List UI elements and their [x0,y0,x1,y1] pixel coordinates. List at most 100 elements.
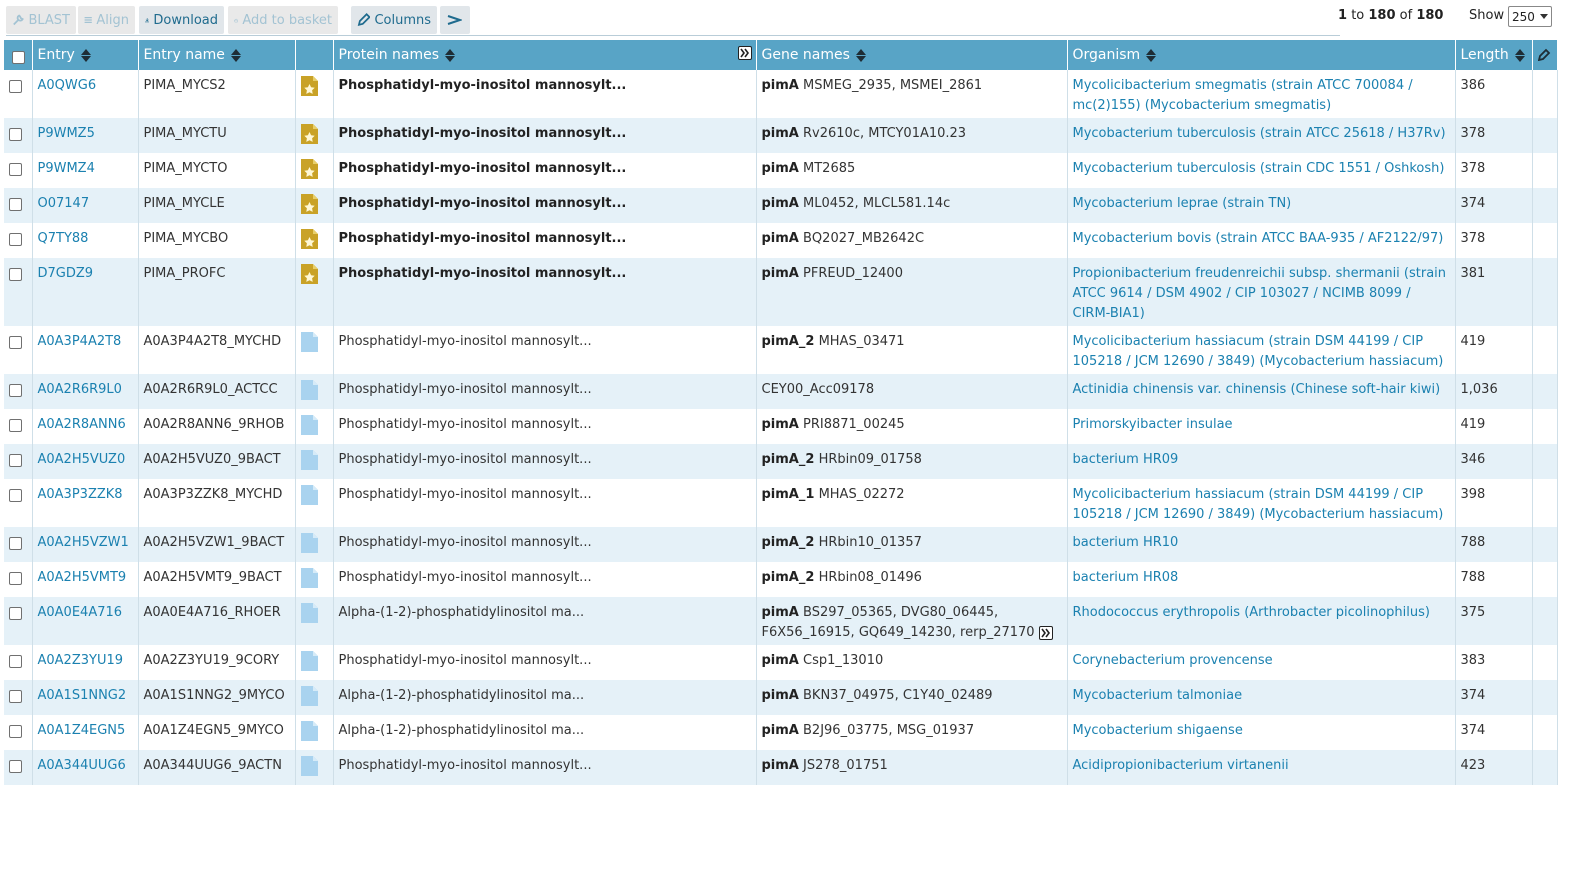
row-checkbox[interactable] [9,655,22,668]
row-checkbox[interactable] [9,128,22,141]
entry-link[interactable]: D7GDZ9 [38,266,94,281]
organism-link[interactable]: bacterium HR10 [1073,535,1179,550]
entry-link[interactable]: A0A2R8ANN6 [38,417,126,432]
blast-button[interactable]: BLAST [6,6,76,34]
gene-primary: pimA [761,126,799,141]
row-checkbox[interactable] [9,607,22,620]
organism-link[interactable]: Mycolicibacterium hassiacum (strain DSM … [1073,334,1444,369]
row-checkbox[interactable] [9,419,22,432]
entry-link[interactable]: A0QWG6 [38,78,97,93]
entry-cell: A0A2R6R9L0 [32,374,139,409]
protein-names-cell: Phosphatidyl-myo-inositol mannosylt... [333,258,757,326]
header-gene-names[interactable]: Gene names [756,40,1068,70]
organism-link[interactable]: Actinidia chinensis var. chinensis (Chin… [1073,382,1441,397]
blast-label: BLAST [28,12,70,28]
align-button[interactable]: Align [78,6,135,34]
row-checkbox[interactable] [9,690,22,703]
organism-link[interactable]: Mycolicibacterium smegmatis (strain ATCC… [1073,78,1413,113]
row-checkbox[interactable] [9,454,22,467]
expand-genes-icon[interactable] [1038,625,1053,640]
organism-link[interactable]: bacterium HR08 [1073,570,1179,585]
organism-link[interactable]: Mycobacterium leprae (strain TN) [1073,196,1292,211]
header-entry[interactable]: Entry [32,40,139,70]
entry-link[interactable]: A0A2Z3YU19 [38,653,124,668]
header-protein-names[interactable]: Protein names [333,40,757,70]
entry-cell: A0A3P4A2T8 [32,326,139,374]
unreviewed-icon [300,651,318,675]
entry-link[interactable]: A0A2H5VZW1 [38,535,129,550]
organism-link[interactable]: Mycobacterium tuberculosis (strain ATCC … [1073,126,1446,141]
row-checkbox[interactable] [9,725,22,738]
status-cell [295,715,334,750]
organism-link[interactable]: Mycobacterium bovis (strain ATCC BAA-935… [1073,231,1444,246]
row-checkbox[interactable] [9,537,22,550]
entry-link[interactable]: A0A2H5VUZ0 [38,452,126,467]
show-count-select[interactable]: 250 [1508,6,1552,27]
gene-primary: pimA_2 [761,570,815,585]
length-cell: 1,036 [1455,374,1533,409]
header-length[interactable]: Length [1455,40,1533,70]
header-organism[interactable]: Organism [1067,40,1456,70]
table-row: A0A2R6R9L0 A0A2R6R9L0_ACTCC Phosphatidyl-m… [4,374,1558,409]
organism-link[interactable]: Mycolicibacterium hassiacum (strain DSM … [1073,487,1444,522]
protein-name: Phosphatidyl-myo-inositol mannosylt... [338,653,592,668]
header-edit-columns[interactable] [1532,40,1558,70]
entry-link[interactable]: A0A2R6R9L0 [38,382,122,397]
organism-link[interactable]: Primorskyibacter insulae [1073,417,1233,432]
organism-link[interactable]: Rhodococcus erythropolis (Arthrobacter p… [1073,605,1430,620]
select-all-checkbox[interactable] [12,50,25,64]
protein-names-cell: Phosphatidyl-myo-inositol mannosylt... [333,444,757,479]
row-checkbox[interactable] [9,268,22,281]
row-checkbox[interactable] [9,489,22,502]
protein-names-cell: Phosphatidyl-myo-inositol mannosylt... [333,153,757,188]
entry-link[interactable]: A0A3P4A2T8 [38,334,122,349]
organism-link[interactable]: Mycobacterium talmoniae [1073,688,1243,703]
entry-link[interactable]: A0A1Z4EGN5 [38,723,126,738]
header-entry-name[interactable]: Entry name [138,40,296,70]
unreviewed-icon [300,603,318,627]
organism-link[interactable]: Mycobacterium shigaense [1073,723,1243,738]
entry-link[interactable]: A0A1S1NNG2 [38,688,127,703]
download-icon [145,18,150,23]
entry-link[interactable]: A0A3P3ZZK8 [38,487,123,502]
entry-link[interactable]: A0A2H5VMT9 [38,570,127,585]
organism-link[interactable]: Propionibacterium freudenreichii subsp. … [1073,266,1447,321]
protein-names-cell: Phosphatidyl-myo-inositol mannosylt... [333,645,757,680]
gene-names-cell: pimA PFREUD_12400 [756,258,1068,326]
protein-name: Phosphatidyl-myo-inositol mannosylt... [338,231,627,246]
entry-link[interactable]: A0A0E4A716 [38,605,123,620]
share-button[interactable] [440,6,470,34]
expand-column-icon[interactable] [737,46,752,60]
row-checkbox[interactable] [9,384,22,397]
organism-link[interactable]: Corynebacterium provencense [1073,653,1273,668]
organism-link[interactable]: Mycobacterium tuberculosis (strain CDC 1… [1073,161,1445,176]
download-button[interactable]: Download [139,6,224,34]
length-cell: 378 [1455,223,1533,258]
entry-link[interactable]: Q7TY88 [38,231,89,246]
gene-other: JS278_01751 [803,758,888,773]
length-cell: 378 [1455,153,1533,188]
row-checkbox[interactable] [9,572,22,585]
gene-primary: pimA [761,688,799,703]
gene-names-cell: CEY00_Acc09178 [756,374,1068,409]
columns-button[interactable]: Columns [351,6,437,34]
add-to-basket-button[interactable]: Add to basket [228,6,338,34]
unreviewed-icon [300,568,318,592]
row-checkbox[interactable] [9,760,22,773]
entry-link[interactable]: P9WMZ4 [38,161,95,176]
row-checkbox[interactable] [9,80,22,93]
entry-link[interactable]: O07147 [38,196,90,211]
download-label: Download [153,12,218,28]
edit-spacer-cell [1532,562,1558,597]
entry-link[interactable]: A0A344UUG6 [38,758,126,773]
row-checkbox[interactable] [9,233,22,246]
row-checkbox[interactable] [9,163,22,176]
organism-link[interactable]: Acidipropionibacterium virtanenii [1073,758,1289,773]
table-row: P9WMZ4 PIMA_MYCTO Phosphatidyl-myo-inosito… [4,153,1558,188]
entry-cell: A0A2H5VMT9 [32,562,139,597]
unreviewed-icon [300,332,318,356]
entry-link[interactable]: P9WMZ5 [38,126,95,141]
row-checkbox[interactable] [9,198,22,211]
row-checkbox[interactable] [9,336,22,349]
organism-link[interactable]: bacterium HR09 [1073,452,1179,467]
